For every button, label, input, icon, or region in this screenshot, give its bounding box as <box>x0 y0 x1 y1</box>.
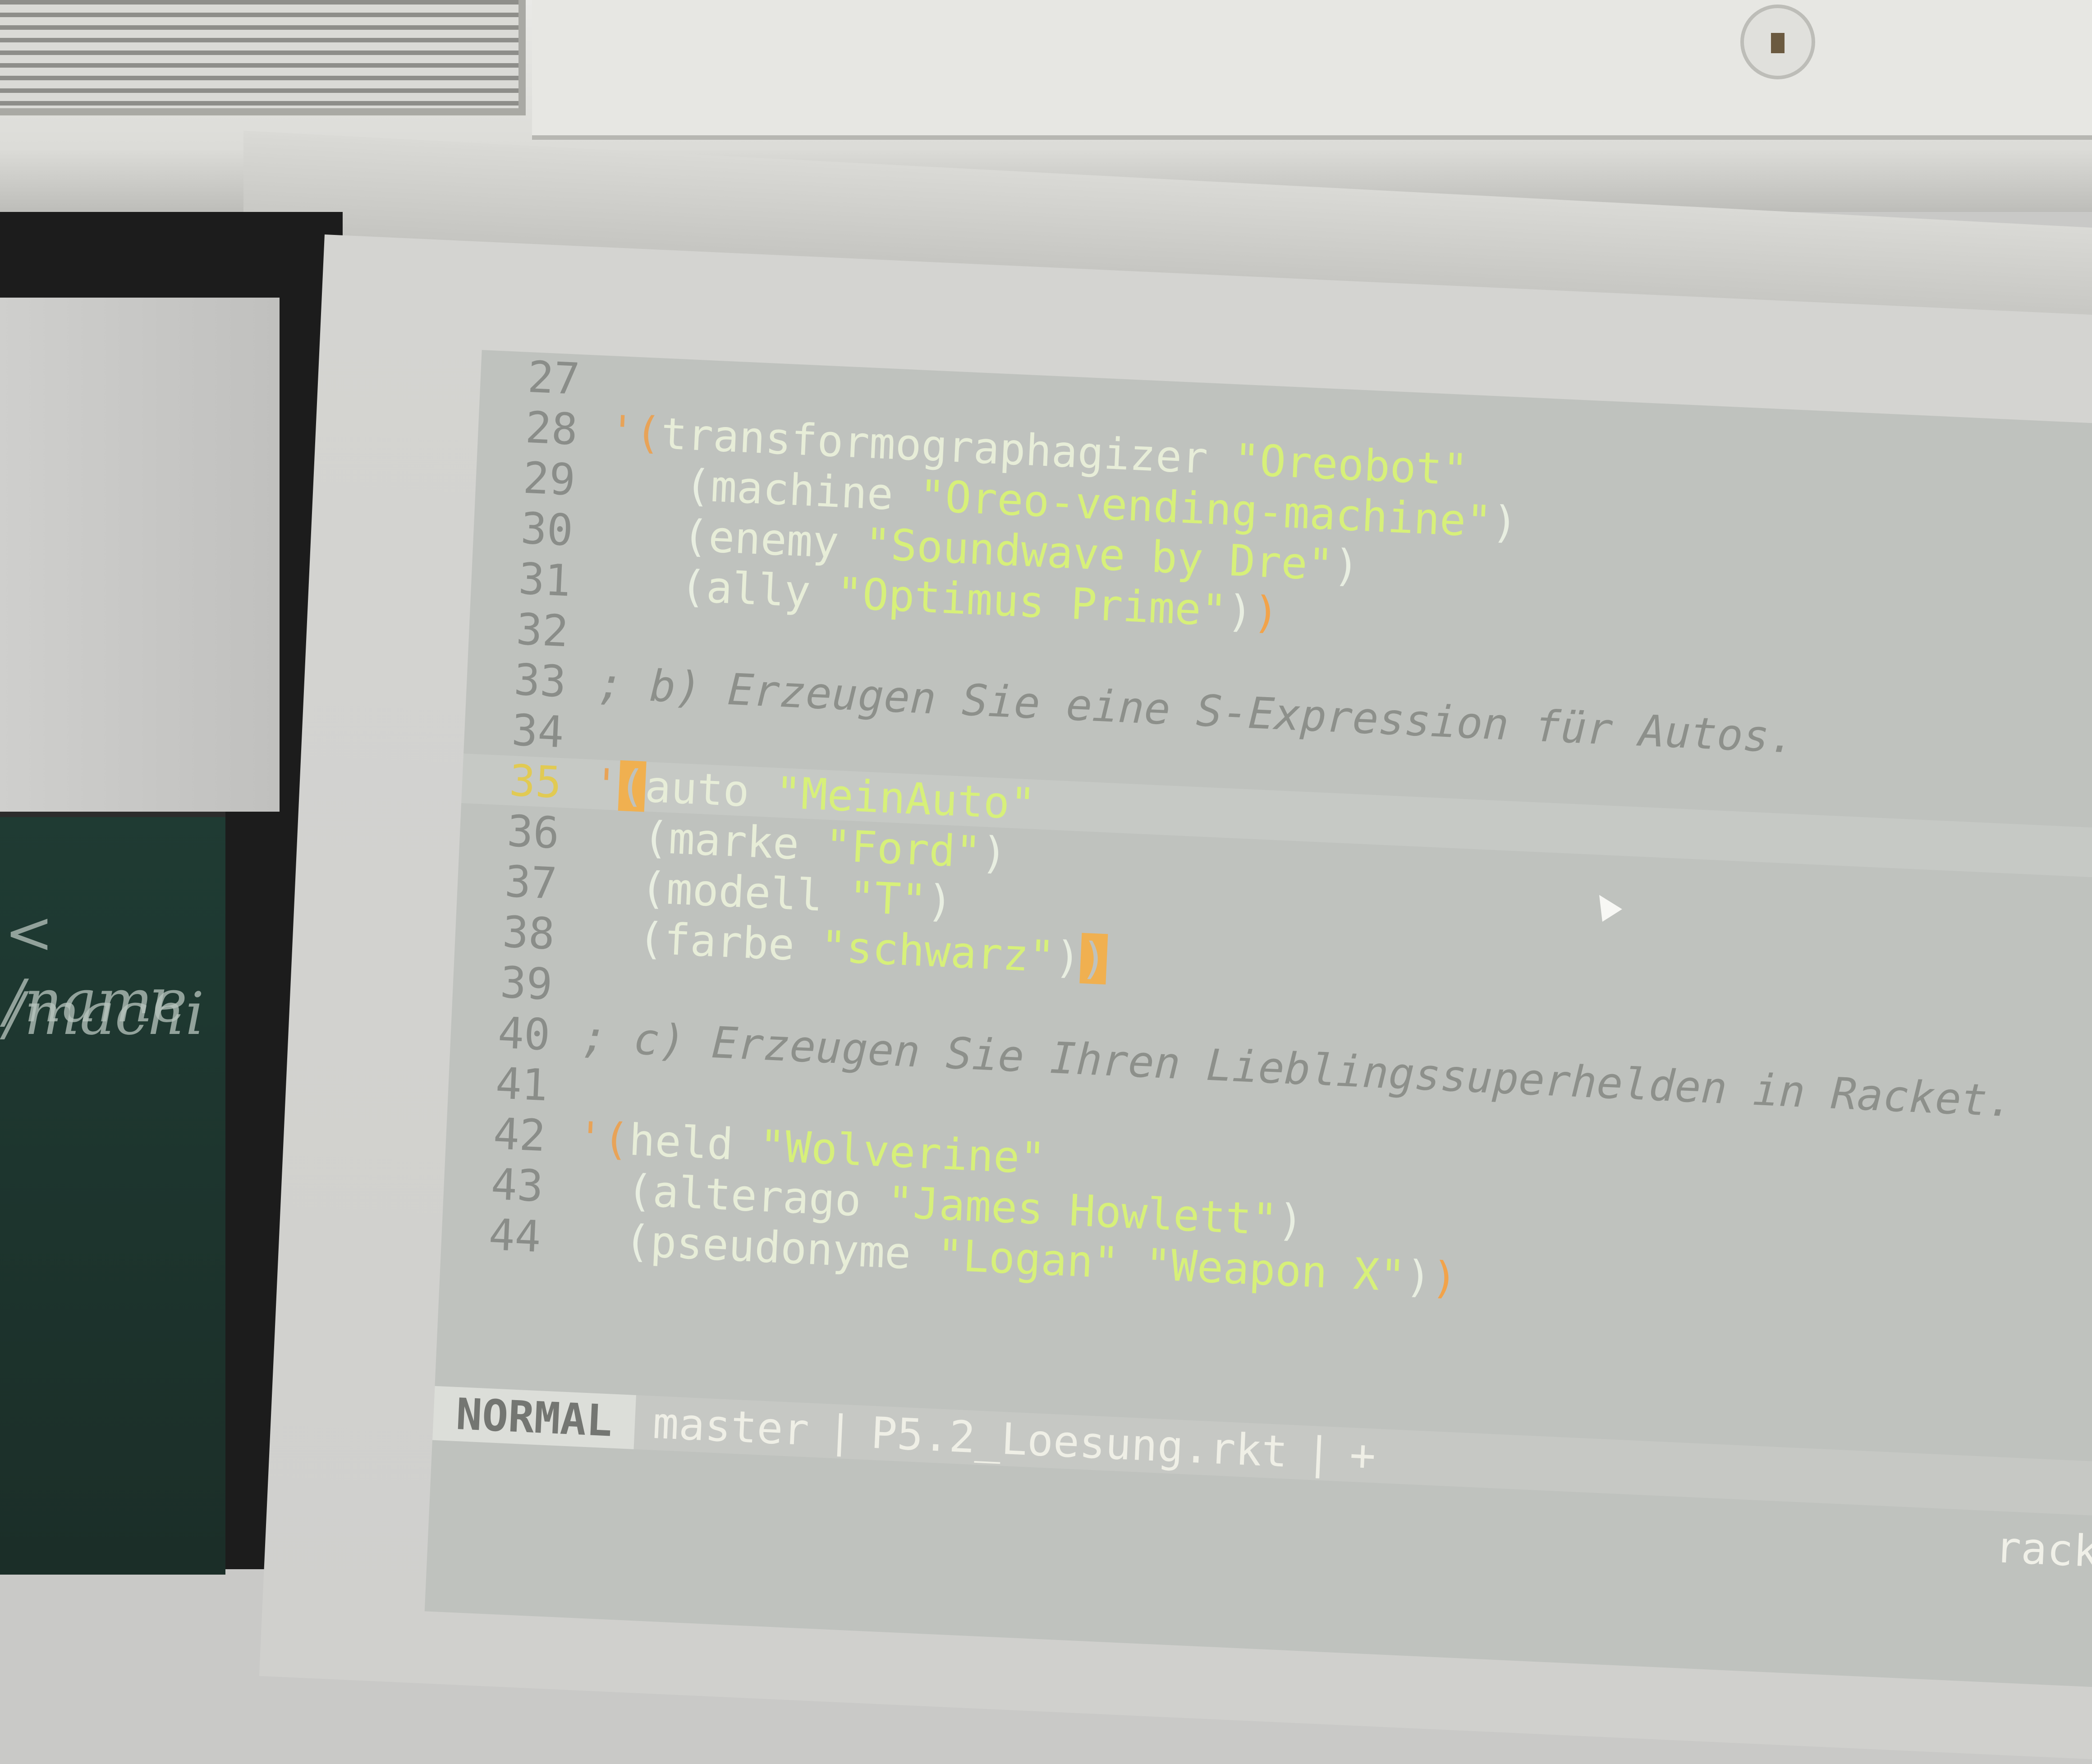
quote-token: ' <box>576 1112 605 1164</box>
open-paren: ( <box>679 560 708 613</box>
symbol-token: farbe <box>663 914 796 970</box>
open-paren: ( <box>623 1215 652 1268</box>
line-number: 33 <box>513 654 568 707</box>
text-cursor: ( <box>618 760 647 812</box>
close-paren: ) <box>926 875 954 927</box>
string-token: "T" <box>847 872 928 926</box>
open-paren: ( <box>637 913 665 965</box>
close-paren: ) <box>1404 1251 1433 1303</box>
line-number: 42 <box>492 1108 547 1162</box>
close-paren: ) <box>1491 496 1519 548</box>
line-number: 40 <box>496 1007 551 1061</box>
open-paren: ( <box>639 862 668 914</box>
open-paren: ( <box>684 459 712 512</box>
vim-editor[interactable]: 27 28 '(transformographagizer "Oreobot" 29 … <box>424 350 2092 1691</box>
open-paren: ( <box>625 1165 654 1217</box>
secondary-screen <box>0 298 280 812</box>
indentation <box>601 557 681 611</box>
line-number: 27 <box>527 351 581 404</box>
indentation <box>571 1213 626 1266</box>
open-paren: ( <box>642 812 670 864</box>
chalk-scribble: /machi <box>5 979 204 1048</box>
close-paren: ) <box>980 827 1009 879</box>
file-name: P5.2_Loesung.rkt <box>870 1407 1289 1477</box>
symbol-token: enemy <box>707 511 840 568</box>
close-paren: ) <box>1079 933 1108 985</box>
line-number: 35 <box>508 755 563 808</box>
open-paren: ( <box>681 510 710 562</box>
close-paren: ) <box>1252 587 1280 639</box>
chalkboard: < /name /machi <box>0 812 225 1575</box>
string-token: "Logan" <box>936 1229 1120 1289</box>
ceiling-tile <box>532 0 906 140</box>
indentation <box>585 910 640 963</box>
close-paren: ) <box>1053 932 1082 983</box>
modified-flag: + <box>1348 1429 1377 1481</box>
close-paren: ) <box>1276 1194 1305 1246</box>
line-number: 30 <box>519 503 574 556</box>
indentation <box>590 809 644 862</box>
line-number: 44 <box>487 1209 542 1262</box>
string-token: "schwarz" <box>819 921 1056 983</box>
line-number: 37 <box>504 856 558 909</box>
ceiling-vent <box>0 0 526 115</box>
line-number: 34 <box>510 705 565 758</box>
symbol-token: marke <box>667 813 800 870</box>
close-paren: ) <box>1225 585 1254 638</box>
separator: | <box>1304 1427 1333 1479</box>
line-number: 36 <box>506 805 560 859</box>
symbol-token: ally <box>705 562 812 617</box>
file-type: racket <box>1994 1522 2092 1580</box>
close-paren: ) <box>1430 1252 1459 1304</box>
symbol-token: held <box>628 1114 734 1170</box>
line-number: 38 <box>501 906 556 960</box>
projection-screen: 27 28 '(transformographagizer "Oreobot" 29 … <box>259 234 2092 1764</box>
line-number: 28 <box>524 402 579 455</box>
mode-indicator: NORMAL <box>432 1386 636 1449</box>
quote-token: ' <box>608 406 637 458</box>
status-line: NORMAL master | P5.2_Loesung.rkt | + racket <box>432 1386 2092 1580</box>
ceiling-tile <box>902 0 1488 140</box>
indentation <box>573 1162 628 1215</box>
symbol-token: modell <box>665 863 824 921</box>
string-token: "Ford" <box>824 820 982 878</box>
symbol-token: auto <box>644 761 751 817</box>
line-number: 31 <box>517 553 572 606</box>
line-number: 39 <box>499 957 554 1010</box>
line-number: 43 <box>490 1158 545 1212</box>
smoke-detector-icon <box>1740 5 1815 79</box>
line-number: 41 <box>494 1058 549 1111</box>
open-paren: ( <box>601 1113 630 1165</box>
quote-token: ' <box>592 759 620 811</box>
indentation <box>587 860 642 913</box>
indentation <box>603 507 684 561</box>
close-paren: ) <box>1332 540 1361 592</box>
symbol-token: machine <box>710 461 895 520</box>
open-paren: ( <box>634 407 662 459</box>
line-number: 32 <box>515 604 570 657</box>
indentation <box>606 456 686 510</box>
symbol-token: alterago <box>651 1166 862 1227</box>
git-branch: master <box>651 1397 810 1456</box>
separator: | <box>826 1406 854 1457</box>
line-number: 29 <box>522 452 577 505</box>
